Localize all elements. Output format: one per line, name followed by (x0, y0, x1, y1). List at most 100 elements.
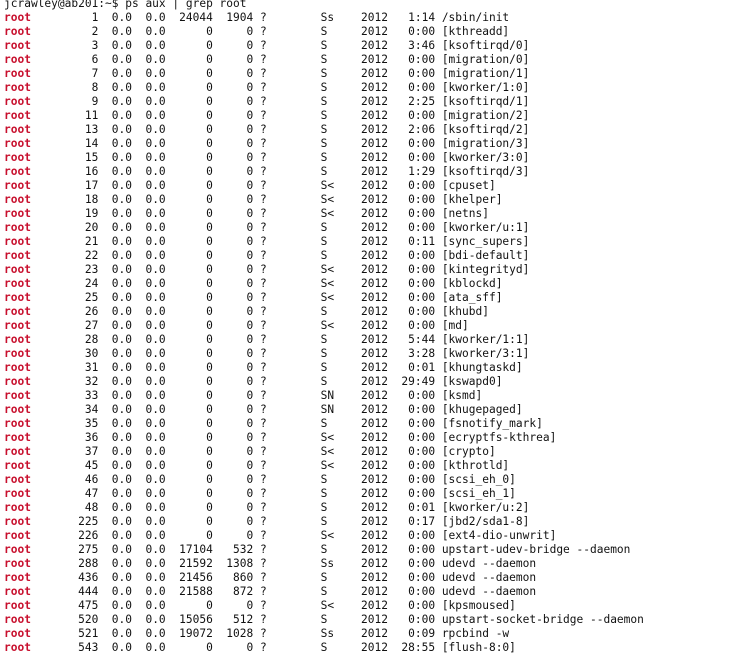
process-row: root 48 0.0 0.0 0 0 ? S 2012 0:01 [kwork… (4, 501, 741, 515)
process-row: root 543 0.0 0.0 0 0 ? S 2012 28:55 [flu… (4, 641, 741, 655)
process-details: 6 0.0 0.0 0 0 ? S 2012 0:00 [migration/0… (30, 53, 530, 66)
process-user: root (4, 95, 31, 108)
process-user: root (4, 641, 31, 654)
process-user: root (4, 277, 31, 290)
process-details: 45 0.0 0.0 0 0 ? S< 2012 0:00 [kthrotld] (30, 459, 510, 472)
process-row: root 475 0.0 0.0 0 0 ? S< 2012 0:00 [kps… (4, 599, 741, 613)
process-details: 27 0.0 0.0 0 0 ? S< 2012 0:00 [md] (30, 319, 469, 332)
process-row: root 25 0.0 0.0 0 0 ? S< 2012 0:00 [ata_… (4, 291, 741, 305)
process-details: 33 0.0 0.0 0 0 ? SN 2012 0:00 [ksmd] (30, 389, 483, 402)
process-details: 226 0.0 0.0 0 0 ? S< 2012 0:00 [ext4-dio… (30, 529, 557, 542)
terminal-window[interactable]: jcrawley@ab201:~$ ps aux | grep root root… (0, 0, 741, 656)
process-row: root 22 0.0 0.0 0 0 ? S 2012 0:00 [bdi-d… (4, 249, 741, 263)
process-row: root 36 0.0 0.0 0 0 ? S< 2012 0:00 [ecry… (4, 431, 741, 445)
process-user: root (4, 221, 31, 234)
process-row: root 33 0.0 0.0 0 0 ? SN 2012 0:00 [ksmd… (4, 389, 741, 403)
process-user: root (4, 389, 31, 402)
process-user: root (4, 375, 31, 388)
process-row: root 34 0.0 0.0 0 0 ? SN 2012 0:00 [khug… (4, 403, 741, 417)
process-row: root 32 0.0 0.0 0 0 ? S 2012 29:49 [kswa… (4, 375, 741, 389)
process-user: root (4, 207, 31, 220)
process-user: root (4, 137, 31, 150)
process-user: root (4, 501, 31, 514)
process-row: root 288 0.0 0.0 21592 1308 ? Ss 2012 0:… (4, 557, 741, 571)
process-details: 21 0.0 0.0 0 0 ? S 2012 0:11 [sync_super… (30, 235, 530, 248)
process-row: root 226 0.0 0.0 0 0 ? S< 2012 0:00 [ext… (4, 529, 741, 543)
process-row: root 225 0.0 0.0 0 0 ? S 2012 0:17 [jbd2… (4, 515, 741, 529)
process-user: root (4, 25, 31, 38)
process-row: root 17 0.0 0.0 0 0 ? S< 2012 0:00 [cpus… (4, 179, 741, 193)
process-user: root (4, 291, 31, 304)
process-row: root 18 0.0 0.0 0 0 ? S< 2012 0:00 [khel… (4, 193, 741, 207)
process-user: root (4, 109, 31, 122)
process-user: root (4, 613, 31, 626)
process-row: root 14 0.0 0.0 0 0 ? S 2012 0:00 [migra… (4, 137, 741, 151)
process-row: root 19 0.0 0.0 0 0 ? S< 2012 0:00 [netn… (4, 207, 741, 221)
process-user: root (4, 235, 31, 248)
process-details: 275 0.0 0.0 17104 532 ? S 2012 0:00 upst… (30, 543, 631, 556)
process-details: 543 0.0 0.0 0 0 ? S 2012 28:55 [flush-8:… (30, 641, 516, 654)
process-row: root 9 0.0 0.0 0 0 ? S 2012 2:25 [ksofti… (4, 95, 741, 109)
process-details: 475 0.0 0.0 0 0 ? S< 2012 0:00 [kpsmouse… (30, 599, 516, 612)
process-details: 28 0.0 0.0 0 0 ? S 2012 5:44 [kworker/1:… (30, 333, 530, 346)
process-row: root 444 0.0 0.0 21588 872 ? S 2012 0:00… (4, 585, 741, 599)
process-details: 23 0.0 0.0 0 0 ? S< 2012 0:00 [kintegrit… (30, 263, 530, 276)
process-details: 521 0.0 0.0 19072 1028 ? Ss 2012 0:09 rp… (30, 627, 510, 640)
process-user: root (4, 319, 31, 332)
process-row: root 45 0.0 0.0 0 0 ? S< 2012 0:00 [kthr… (4, 459, 741, 473)
terminal-output: jcrawley@ab201:~$ ps aux | grep root root… (0, 0, 741, 655)
process-row: root 275 0.0 0.0 17104 532 ? S 2012 0:00… (4, 543, 741, 557)
process-details: 16 0.0 0.0 0 0 ? S 2012 1:29 [ksoftirqd/… (30, 165, 530, 178)
process-row: root 2 0.0 0.0 0 0 ? S 2012 0:00 [kthrea… (4, 25, 741, 39)
process-row: root 3 0.0 0.0 0 0 ? S 2012 3:46 [ksofti… (4, 39, 741, 53)
process-row: root 20 0.0 0.0 0 0 ? S 2012 0:00 [kwork… (4, 221, 741, 235)
process-user: root (4, 123, 31, 136)
process-details: 35 0.0 0.0 0 0 ? S 2012 0:00 [fsnotify_m… (30, 417, 543, 430)
process-details: 26 0.0 0.0 0 0 ? S 2012 0:00 [khubd] (30, 305, 489, 318)
process-details: 520 0.0 0.0 15056 512 ? S 2012 0:00 upst… (30, 613, 644, 626)
process-user: root (4, 81, 31, 94)
process-user: root (4, 599, 31, 612)
process-user: root (4, 627, 31, 640)
process-row: root 16 0.0 0.0 0 0 ? S 2012 1:29 [ksoft… (4, 165, 741, 179)
process-details: 19 0.0 0.0 0 0 ? S< 2012 0:00 [netns] (30, 207, 489, 220)
process-user: root (4, 431, 31, 444)
process-user: root (4, 193, 31, 206)
process-user: root (4, 571, 31, 584)
process-user: root (4, 557, 31, 570)
process-details: 20 0.0 0.0 0 0 ? S 2012 0:00 [kworker/u:… (30, 221, 530, 234)
process-row: root 46 0.0 0.0 0 0 ? S 2012 0:00 [scsi_… (4, 473, 741, 487)
process-user: root (4, 585, 31, 598)
process-user: root (4, 403, 31, 416)
process-details: 3 0.0 0.0 0 0 ? S 2012 3:46 [ksoftirqd/0… (30, 39, 530, 52)
process-row: root 24 0.0 0.0 0 0 ? S< 2012 0:00 [kblo… (4, 277, 741, 291)
process-details: 37 0.0 0.0 0 0 ? S< 2012 0:00 [crypto] (30, 445, 496, 458)
process-details: 444 0.0 0.0 21588 872 ? S 2012 0:00 udev… (30, 585, 537, 598)
process-details: 13 0.0 0.0 0 0 ? S 2012 2:06 [ksoftirqd/… (30, 123, 530, 136)
process-details: 32 0.0 0.0 0 0 ? S 2012 29:49 [kswapd0] (30, 375, 503, 388)
process-user: root (4, 487, 31, 500)
process-user: root (4, 543, 31, 556)
process-details: 46 0.0 0.0 0 0 ? S 2012 0:00 [scsi_eh_0] (30, 473, 516, 486)
process-user: root (4, 249, 31, 262)
process-row: root 521 0.0 0.0 19072 1028 ? Ss 2012 0:… (4, 627, 741, 641)
process-user: root (4, 417, 31, 430)
process-row: root 30 0.0 0.0 0 0 ? S 2012 3:28 [kwork… (4, 347, 741, 361)
process-list: root 1 0.0 0.0 24044 1904 ? Ss 2012 1:14… (4, 11, 741, 655)
process-row: root 27 0.0 0.0 0 0 ? S< 2012 0:00 [md] (4, 319, 741, 333)
process-row: root 31 0.0 0.0 0 0 ? S 2012 0:01 [khung… (4, 361, 741, 375)
process-details: 47 0.0 0.0 0 0 ? S 2012 0:00 [scsi_eh_1] (30, 487, 516, 500)
process-details: 15 0.0 0.0 0 0 ? S 2012 0:00 [kworker/3:… (30, 151, 530, 164)
process-details: 17 0.0 0.0 0 0 ? S< 2012 0:00 [cpuset] (30, 179, 496, 192)
process-row: root 37 0.0 0.0 0 0 ? S< 2012 0:00 [cryp… (4, 445, 741, 459)
process-row: root 15 0.0 0.0 0 0 ? S 2012 0:00 [kwork… (4, 151, 741, 165)
process-user: root (4, 151, 31, 164)
process-details: 30 0.0 0.0 0 0 ? S 2012 3:28 [kworker/3:… (30, 347, 530, 360)
process-user: root (4, 165, 31, 178)
process-details: 24 0.0 0.0 0 0 ? S< 2012 0:00 [kblockd] (30, 277, 503, 290)
process-details: 31 0.0 0.0 0 0 ? S 2012 0:01 [khungtaskd… (30, 361, 523, 374)
process-user: root (4, 11, 31, 24)
process-details: 22 0.0 0.0 0 0 ? S 2012 0:00 [bdi-defaul… (30, 249, 530, 262)
process-details: 34 0.0 0.0 0 0 ? SN 2012 0:00 [khugepage… (30, 403, 523, 416)
process-details: 7 0.0 0.0 0 0 ? S 2012 0:00 [migration/1… (30, 67, 530, 80)
